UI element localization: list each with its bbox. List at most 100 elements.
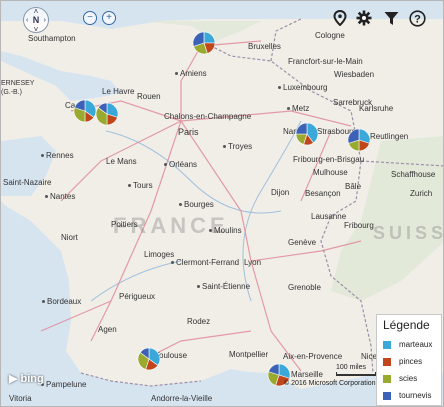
- pie-strasbourg[interactable]: [347, 128, 371, 157]
- city-label-montpellier: Montpellier: [229, 350, 269, 359]
- city-label-lausanne: Lausanne: [311, 212, 347, 221]
- city-label-fribourg: Fribourg: [344, 221, 374, 230]
- settings-button[interactable]: [355, 9, 373, 27]
- city-label-rennes: Rennes: [41, 152, 74, 160]
- city-label-pampelune: Pampelune: [41, 381, 86, 389]
- city-label-bordeaux: Bordeaux: [42, 298, 81, 306]
- city-label-rouen: Rouen: [137, 92, 161, 101]
- legend-swatch-marteaux: [383, 340, 391, 349]
- bing-logo: ▶ bing: [9, 372, 44, 385]
- pie-bruxelles[interactable]: [192, 31, 216, 60]
- city-label-besancon: Besançon: [305, 189, 341, 198]
- gear-icon: [356, 10, 372, 26]
- legend-panel: Légende marteaux pinces scies tournevis: [376, 314, 442, 406]
- pie-nancy-svg: [295, 122, 319, 146]
- zoom-out-button[interactable]: −: [83, 11, 97, 25]
- city-label-orleans: Orléans: [164, 161, 197, 169]
- city-label-le-mans: Le Mans: [106, 157, 137, 166]
- city-label-reutlingen: Reutlingen: [370, 132, 409, 141]
- pie-caen[interactable]: [73, 99, 97, 128]
- country-label-suisse: SUISSE: [373, 223, 443, 243]
- nav-left-icon[interactable]: ‹: [26, 17, 28, 24]
- city-label-bale: Bâle: [345, 182, 362, 191]
- help-button[interactable]: ?: [408, 9, 426, 27]
- city-label-luxembourg: Luxembourg: [278, 84, 327, 92]
- pie-rouen-svg: [95, 102, 119, 126]
- nav-down-icon[interactable]: ˅: [34, 25, 39, 34]
- legend-swatch-pinces: [383, 357, 391, 366]
- city-label-wiesbaden: Wiesbaden: [334, 70, 375, 79]
- city-label-chalons: Chalons-en-Champagne: [164, 112, 252, 121]
- pie-marseille[interactable]: [267, 363, 291, 392]
- city-label-moulins: Moulins: [209, 227, 242, 235]
- city-label-saint-nazaire: Saint-Nazaire: [3, 178, 52, 187]
- nav-up-icon[interactable]: ˄: [34, 7, 39, 16]
- city-label-bruxelles: Bruxelles: [248, 42, 281, 51]
- city-label-agen: Agen: [98, 325, 117, 334]
- city-label-saint-etienne: Saint-Étienne: [197, 283, 250, 291]
- legend-title: Légende: [383, 318, 430, 332]
- legend-label-marteaux: marteaux: [399, 340, 433, 349]
- scale-bar: [336, 372, 376, 376]
- city-label-aix-en-provence: Aix-en-Provence: [283, 352, 343, 361]
- city-label-andorre: Andorre-la-Vieille: [151, 394, 213, 403]
- map-container[interactable]: FRANCE SUISSE ERNESEY (G.-B.) Southampto…: [0, 0, 444, 407]
- city-label-poitiers: Poitiers: [111, 220, 138, 229]
- city-label-karlsruhe: Karlsruhe: [359, 104, 394, 113]
- legend-item-tournevis: tournevis: [383, 387, 435, 404]
- city-label-nice: Nice: [361, 352, 378, 361]
- city-label-le-havre: Le Havre: [102, 87, 135, 96]
- compass-north-label: N: [32, 15, 40, 25]
- legend-label-pinces: pinces: [399, 357, 423, 366]
- city-label-niort: Niort: [61, 233, 78, 242]
- city-label-schaffhouse: Schaffhouse: [391, 170, 436, 179]
- pie-nancy[interactable]: [295, 122, 319, 151]
- nav-right-icon[interactable]: ›: [44, 17, 46, 24]
- compass-navigation[interactable]: ˄ ‹ N › ˅: [23, 7, 49, 34]
- copyright-text: © 2016 Microsoft Corporation: [284, 380, 376, 387]
- guernsey-country-label: (G.-B.): [1, 89, 22, 96]
- pie-nancy-slice-tournevis[interactable]: [295, 122, 308, 135]
- legend-label-tournevis: tournevis: [399, 391, 432, 400]
- city-label-francfort: Francfort-sur-le-Main: [288, 57, 363, 66]
- legend-label-scies: scies: [399, 374, 418, 383]
- filter-icon: [384, 11, 398, 25]
- legend-item-pinces: pinces: [383, 353, 435, 370]
- city-label-nantes: Nantes: [45, 193, 75, 201]
- city-label-metz: Metz: [287, 105, 309, 113]
- city-label-paris: Paris: [178, 127, 199, 137]
- bing-logo-icon: ▶: [9, 373, 21, 385]
- city-label-clermont-ferrand: Clermont-Ferrand: [171, 259, 239, 267]
- city-label-tours: Tours: [128, 182, 153, 190]
- zoom-out-icon: −: [87, 12, 93, 23]
- city-label-lyon: Lyon: [244, 258, 262, 267]
- city-label-grenoble: Grenoble: [288, 283, 321, 292]
- city-label-southampton: Southampton: [28, 34, 76, 43]
- zoom-in-button[interactable]: +: [102, 11, 116, 25]
- pie-toulouse[interactable]: [137, 347, 161, 376]
- legend-item-marteaux: marteaux: [383, 336, 435, 353]
- city-label-dijon: Dijon: [271, 188, 290, 197]
- legend-item-scies: scies: [383, 370, 435, 387]
- map-toolbar: ˄ ‹ N › ˅ − + ?: [1, 1, 443, 35]
- city-label-bourges: Bourges: [179, 201, 214, 209]
- city-label-limoges: Limoges: [144, 250, 175, 259]
- city-label-zurich: Zurich: [410, 189, 433, 198]
- legend-swatch-scies: [383, 374, 391, 383]
- city-label-rodez: Rodez: [187, 317, 211, 326]
- city-label-troyes: Troyes: [223, 143, 252, 151]
- city-label-geneve: Genève: [288, 238, 317, 247]
- city-label-mulhouse: Mulhouse: [313, 168, 348, 177]
- city-label-amiens: Amiens: [175, 70, 207, 78]
- pie-rouen[interactable]: [95, 102, 119, 131]
- city-label-perigueux: Périgueux: [119, 292, 156, 301]
- filter-button[interactable]: [382, 9, 400, 27]
- guernsey-label: ERNESEY: [1, 80, 35, 87]
- svg-text:?: ?: [414, 13, 421, 25]
- zoom-in-icon: +: [106, 12, 112, 23]
- location-button[interactable]: [331, 9, 349, 27]
- pie-strasbourg-svg: [347, 128, 371, 152]
- scale-label: 100 miles: [336, 364, 366, 371]
- pie-caen-svg: [73, 99, 97, 123]
- pie-toulouse-svg: [137, 347, 161, 371]
